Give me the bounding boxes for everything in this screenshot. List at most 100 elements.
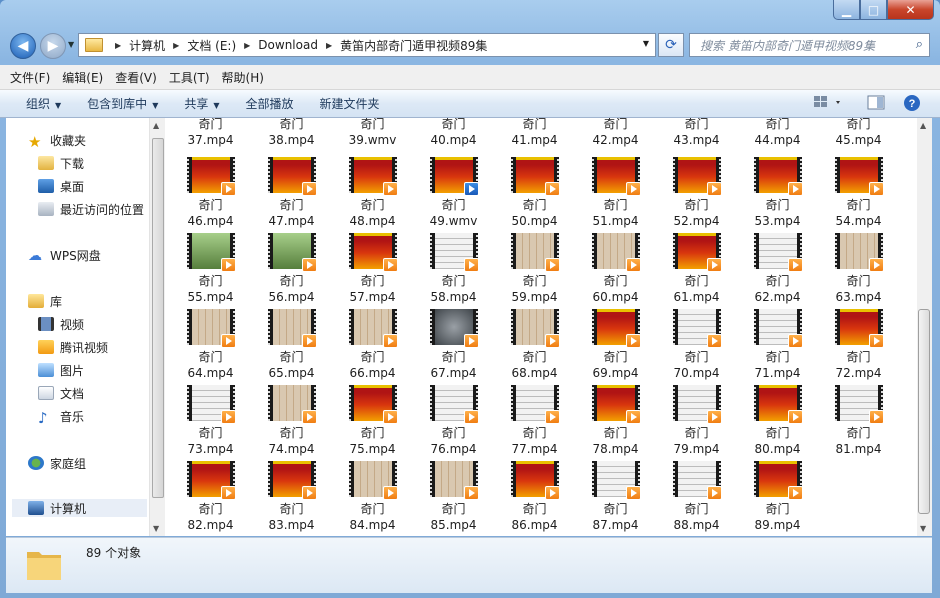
file-scrollbar[interactable]: ▲ ▼ bbox=[917, 118, 932, 536]
menu-tools[interactable]: 工具(T) bbox=[169, 69, 210, 86]
forward-button[interactable]: ▶ bbox=[40, 33, 66, 59]
breadcrumb-download[interactable]: Download bbox=[258, 38, 318, 52]
menu-view[interactable]: 查看(V) bbox=[115, 69, 157, 86]
breadcrumb-separator-icon[interactable]: ▶ bbox=[173, 41, 179, 50]
navigation-scrollbar[interactable]: ▲ ▼ bbox=[149, 118, 165, 536]
file-item[interactable]: 奇门 88.mp4 bbox=[656, 461, 737, 533]
scroll-down-icon[interactable]: ▼ bbox=[153, 524, 159, 533]
file-item[interactable]: 奇门 60.mp4 bbox=[575, 233, 656, 305]
file-item[interactable]: 奇门 43.mp4 bbox=[656, 118, 737, 148]
file-item[interactable]: 奇门 75.mp4 bbox=[332, 385, 413, 457]
file-item[interactable]: 奇门 72.mp4 bbox=[818, 309, 899, 381]
file-item[interactable]: 奇门 58.mp4 bbox=[413, 233, 494, 305]
back-button[interactable]: ◀ bbox=[10, 33, 36, 59]
file-item[interactable]: 奇门 59.mp4 bbox=[494, 233, 575, 305]
file-item[interactable]: 奇门 61.mp4 bbox=[656, 233, 737, 305]
file-item[interactable]: 奇门 63.mp4 bbox=[818, 233, 899, 305]
file-item[interactable]: 奇门 73.mp4 bbox=[170, 385, 251, 457]
address-bar[interactable]: ▶ 计算机 ▶ 文档 (E:) ▶ Download ▶ 黄笛内部奇门遁甲视频8… bbox=[78, 33, 656, 57]
breadcrumb-current-folder[interactable]: 黄笛内部奇门遁甲视频89集 bbox=[340, 37, 487, 54]
search-icon[interactable]: ⌕ bbox=[916, 37, 923, 52]
file-item[interactable]: 奇门 83.mp4 bbox=[251, 461, 332, 533]
play-all-button[interactable]: 全部播放 bbox=[246, 95, 294, 112]
file-item[interactable]: 奇门 44.mp4 bbox=[737, 118, 818, 148]
organize-button[interactable]: 组织 ▼ bbox=[26, 95, 61, 112]
file-item[interactable]: 奇门 86.mp4 bbox=[494, 461, 575, 533]
file-item[interactable]: 奇门 77.mp4 bbox=[494, 385, 575, 457]
sidebar-item-music[interactable]: ♪ 音乐 bbox=[38, 407, 84, 427]
breadcrumb-separator-icon[interactable]: ▶ bbox=[244, 41, 250, 50]
file-item[interactable]: 奇门 82.mp4 bbox=[170, 461, 251, 533]
minimize-button[interactable]: ▁ bbox=[833, 0, 860, 20]
breadcrumb-separator-icon[interactable]: ▶ bbox=[326, 41, 332, 50]
file-item[interactable]: 奇门 54.mp4 bbox=[818, 157, 899, 229]
scroll-down-icon[interactable]: ▼ bbox=[920, 524, 926, 533]
sidebar-item-tencent-video[interactable]: 腾讯视频 bbox=[38, 338, 108, 356]
file-item[interactable]: 奇门 76.mp4 bbox=[413, 385, 494, 457]
file-item[interactable]: 奇门 89.mp4 bbox=[737, 461, 818, 533]
file-item[interactable]: 奇门 50.mp4 bbox=[494, 157, 575, 229]
file-item[interactable]: 奇门 38.mp4 bbox=[251, 118, 332, 148]
help-icon[interactable]: ? bbox=[904, 95, 920, 111]
breadcrumb-documents-drive[interactable]: 文档 (E:) bbox=[187, 37, 236, 54]
file-item[interactable]: 奇门 48.mp4 bbox=[332, 157, 413, 229]
file-item[interactable]: 奇门 62.mp4 bbox=[737, 233, 818, 305]
scroll-up-icon[interactable]: ▲ bbox=[153, 121, 159, 130]
file-item[interactable]: 奇门 49.wmv bbox=[413, 157, 494, 229]
file-item[interactable]: 奇门 67.mp4 bbox=[413, 309, 494, 381]
include-in-library-button[interactable]: 包含到库中 ▼ bbox=[87, 95, 158, 112]
history-dropdown-icon[interactable]: ▼ bbox=[68, 40, 74, 49]
file-item[interactable]: 奇门 40.mp4 bbox=[413, 118, 494, 148]
file-item[interactable]: 奇门 79.mp4 bbox=[656, 385, 737, 457]
file-item[interactable]: 奇门 81.mp4 bbox=[818, 385, 899, 457]
file-item[interactable]: 奇门 68.mp4 bbox=[494, 309, 575, 381]
file-item[interactable]: 奇门 41.mp4 bbox=[494, 118, 575, 148]
file-item[interactable]: 奇门 71.mp4 bbox=[737, 309, 818, 381]
menu-help[interactable]: 帮助(H) bbox=[222, 69, 264, 86]
maximize-button[interactable]: □ bbox=[860, 0, 887, 20]
file-item[interactable]: 奇门 37.mp4 bbox=[170, 118, 251, 148]
file-item[interactable]: 奇门 70.mp4 bbox=[656, 309, 737, 381]
scrollbar-thumb[interactable] bbox=[152, 138, 164, 498]
preview-pane-icon[interactable] bbox=[867, 95, 885, 110]
sidebar-item-desktop[interactable]: 桌面 bbox=[38, 177, 84, 195]
breadcrumb-computer[interactable]: 计算机 bbox=[129, 37, 165, 54]
file-item[interactable]: 奇门 39.wmv bbox=[332, 118, 413, 148]
scroll-up-icon[interactable]: ▲ bbox=[920, 121, 926, 130]
file-item[interactable]: 奇门 85.mp4 bbox=[413, 461, 494, 533]
sidebar-item-wps-cloud[interactable]: ☁ WPS网盘 bbox=[28, 246, 101, 264]
menu-edit[interactable]: 编辑(E) bbox=[62, 69, 103, 86]
sidebar-item-favorites[interactable]: ★ 收藏夹 bbox=[28, 131, 86, 151]
file-item[interactable]: 奇门 52.mp4 bbox=[656, 157, 737, 229]
sidebar-item-homegroup[interactable]: 家庭组 bbox=[28, 454, 86, 472]
refresh-button[interactable]: ⟳ bbox=[658, 33, 684, 57]
share-button[interactable]: 共享 ▼ bbox=[184, 95, 219, 112]
file-item[interactable]: 奇门 84.mp4 bbox=[332, 461, 413, 533]
file-item[interactable]: 奇门 87.mp4 bbox=[575, 461, 656, 533]
file-item[interactable]: 奇门 51.mp4 bbox=[575, 157, 656, 229]
sidebar-item-documents[interactable]: 文档 bbox=[38, 384, 84, 402]
file-item[interactable]: 奇门 53.mp4 bbox=[737, 157, 818, 229]
sidebar-item-libraries[interactable]: 库 bbox=[28, 292, 62, 310]
scrollbar-thumb[interactable] bbox=[918, 309, 930, 514]
search-box[interactable]: 搜索 黄笛内部奇门遁甲视频89集 ⌕ bbox=[689, 33, 930, 57]
file-item[interactable]: 奇门 74.mp4 bbox=[251, 385, 332, 457]
file-item[interactable]: 奇门 45.mp4 bbox=[818, 118, 899, 148]
sidebar-item-recent[interactable]: 最近访问的位置 bbox=[38, 200, 144, 218]
close-button[interactable]: ✕ bbox=[887, 0, 934, 20]
file-item[interactable]: 奇门 64.mp4 bbox=[170, 309, 251, 381]
address-dropdown-icon[interactable]: ▼ bbox=[643, 39, 649, 48]
file-item[interactable]: 奇门 42.mp4 bbox=[575, 118, 656, 148]
file-item[interactable]: 奇门 65.mp4 bbox=[251, 309, 332, 381]
sidebar-item-computer[interactable]: 计算机 bbox=[12, 499, 147, 517]
menu-file[interactable]: 文件(F) bbox=[10, 69, 50, 86]
file-item[interactable]: 奇门 78.mp4 bbox=[575, 385, 656, 457]
sidebar-item-videos[interactable]: 视频 bbox=[38, 315, 84, 333]
file-item[interactable]: 奇门 69.mp4 bbox=[575, 309, 656, 381]
file-item[interactable]: 奇门 56.mp4 bbox=[251, 233, 332, 305]
sidebar-item-pictures[interactable]: 图片 bbox=[38, 361, 84, 379]
sidebar-item-downloads[interactable]: 下载 bbox=[38, 154, 84, 172]
file-item[interactable]: 奇门 46.mp4 bbox=[170, 157, 251, 229]
new-folder-button[interactable]: 新建文件夹 bbox=[320, 95, 380, 112]
file-item[interactable]: 奇门 57.mp4 bbox=[332, 233, 413, 305]
